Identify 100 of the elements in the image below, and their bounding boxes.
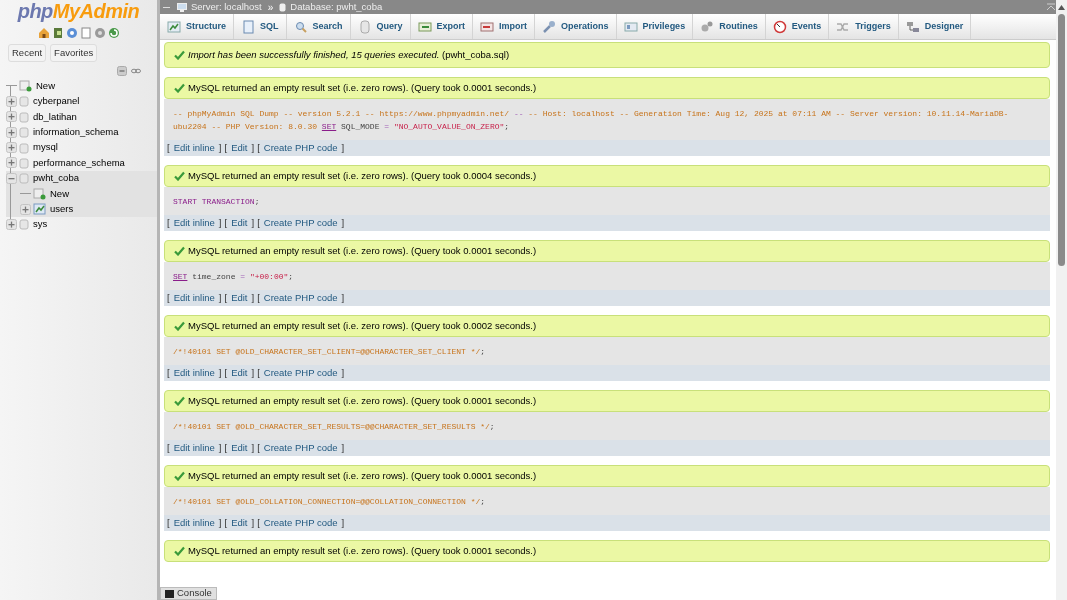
action-link[interactable]: Edit xyxy=(231,517,248,529)
database-icon xyxy=(19,156,29,169)
breadcrumb-separator: » xyxy=(267,0,274,15)
action-link[interactable]: Create PHP code xyxy=(263,142,338,154)
sql-query: /*!40101 SET @OLD_CHARACTER_SET_RESULTS=@@CHARACTER_SET_RESULTS */; xyxy=(173,422,495,431)
tree-item[interactable]: db_latihan xyxy=(33,109,77,124)
scrollbar-thumb[interactable] xyxy=(1058,14,1065,266)
action-link[interactable]: Edit inline xyxy=(173,142,215,154)
action-link[interactable]: Edit inline xyxy=(173,367,215,379)
panel-tab[interactable]: Recent xyxy=(8,44,47,63)
message-text: Import has been successfully finished, 15 queries executed. (pwht_coba.sql) xyxy=(188,49,510,61)
action-link[interactable]: Edit inline xyxy=(173,517,215,529)
bracket: [ xyxy=(224,367,228,379)
bracket: ] xyxy=(251,442,255,454)
nav-tab[interactable]: Query xyxy=(350,14,411,39)
settings-icon[interactable] xyxy=(93,27,106,39)
action-link[interactable]: Create PHP code xyxy=(263,292,338,304)
bracket: ] xyxy=(218,142,222,154)
check-icon xyxy=(174,321,185,331)
action-link[interactable]: Edit xyxy=(231,442,248,454)
bracket: [ xyxy=(257,442,260,454)
message-text: MySQL returned an empty result set (i.e. zero rows). (Query took 0.0001 seconds.) xyxy=(188,82,537,94)
collapse-icon[interactable] xyxy=(117,66,127,77)
bracket: ] xyxy=(218,292,222,304)
nav-tab[interactable]: Export xyxy=(410,14,474,39)
database-icon xyxy=(19,110,29,123)
bracket: [ xyxy=(167,367,170,379)
nav-tab[interactable]: Privileges xyxy=(616,14,694,39)
export-icon xyxy=(417,19,432,34)
collapse-icon[interactable] xyxy=(6,172,17,184)
help-icon[interactable] xyxy=(65,27,78,39)
action-link[interactable]: Edit xyxy=(231,367,248,379)
exit-icon[interactable] xyxy=(51,27,64,39)
id-card-icon xyxy=(623,19,638,34)
tree-item[interactable]: New xyxy=(50,186,69,201)
tree-item[interactable]: New xyxy=(36,78,55,94)
wrench-icon xyxy=(542,19,557,34)
console-bar[interactable]: Console xyxy=(160,587,217,600)
bracket: ] xyxy=(341,442,345,454)
bracket: [ xyxy=(224,217,228,229)
expand-icon[interactable] xyxy=(6,218,17,230)
expand-icon[interactable] xyxy=(20,203,31,215)
expand-icon[interactable] xyxy=(6,157,17,169)
tree-item[interactable]: information_schema xyxy=(33,125,119,140)
expand-icon[interactable] xyxy=(6,142,17,153)
bracket: ] xyxy=(251,517,255,529)
nav-tab[interactable]: Search xyxy=(286,14,351,39)
database-icon xyxy=(19,141,29,154)
action-link[interactable]: Create PHP code xyxy=(263,367,338,379)
sql-query: SET time_zone = "+00:00"; xyxy=(173,272,294,281)
message-text: MySQL returned an empty result set (i.e. zero rows). (Query took 0.0001 seconds.) xyxy=(188,545,537,557)
nav-tab[interactable]: Triggers xyxy=(829,14,899,39)
action-link[interactable]: Create PHP code xyxy=(263,517,338,529)
nav-tab[interactable]: Designer xyxy=(898,14,972,39)
nav-tab[interactable]: SQL xyxy=(234,14,287,39)
tree-item[interactable]: users xyxy=(50,201,74,217)
gears-icon xyxy=(700,19,715,34)
home-icon[interactable] xyxy=(37,27,50,39)
reload-icon[interactable] xyxy=(107,27,120,39)
nav-tab[interactable]: Structure xyxy=(160,14,234,39)
table-icon xyxy=(33,203,46,216)
new-item-icon xyxy=(33,187,46,200)
app-logo[interactable]: phpMyAdmin xyxy=(0,0,157,22)
action-link[interactable]: Edit xyxy=(231,217,248,229)
bracket: [ xyxy=(167,142,170,154)
action-link[interactable]: Create PHP code xyxy=(263,442,338,454)
panel-tab[interactable]: Favorites xyxy=(50,44,98,63)
tree-item[interactable]: performance_schema xyxy=(33,155,125,170)
action-link[interactable]: Edit xyxy=(231,142,248,154)
scroll-up-icon[interactable] xyxy=(1057,3,1066,12)
expand-icon[interactable] xyxy=(6,126,17,138)
tree-item[interactable]: pwht_coba xyxy=(33,171,79,186)
bracket: [ xyxy=(224,142,228,154)
action-link[interactable]: Edit inline xyxy=(173,292,215,304)
expand-icon[interactable] xyxy=(6,95,17,107)
action-link[interactable]: Edit inline xyxy=(173,217,215,229)
nav-tab[interactable]: Import xyxy=(473,14,536,39)
terminal-icon xyxy=(165,589,174,598)
nav-tab[interactable]: Routines xyxy=(693,14,766,39)
bracket: ] xyxy=(218,517,222,529)
structure-icon xyxy=(167,19,181,34)
tree-item[interactable]: sys xyxy=(33,217,48,232)
nav-tab[interactable]: Events xyxy=(765,14,830,39)
check-icon xyxy=(174,396,185,406)
tree-item[interactable]: mysql xyxy=(33,140,58,155)
action-link[interactable]: Edit xyxy=(231,292,248,304)
nav-tab[interactable]: Operations xyxy=(535,14,617,39)
message-text: MySQL returned an empty result set (i.e. zero rows). (Query took 0.0001 seconds.) xyxy=(188,470,537,482)
expand-icon[interactable] xyxy=(6,111,17,123)
tree-item[interactable]: cyberpanel xyxy=(33,94,80,109)
action-link[interactable]: Create PHP code xyxy=(263,217,338,229)
bracket: [ xyxy=(257,517,260,529)
check-icon xyxy=(174,171,185,181)
action-link[interactable]: Edit inline xyxy=(173,442,215,454)
bracket: ] xyxy=(251,292,255,304)
bracket: ] xyxy=(341,517,345,529)
document-icon[interactable] xyxy=(79,27,92,39)
bracket: [ xyxy=(257,292,260,304)
bracket: [ xyxy=(257,142,260,154)
check-icon xyxy=(174,83,185,93)
